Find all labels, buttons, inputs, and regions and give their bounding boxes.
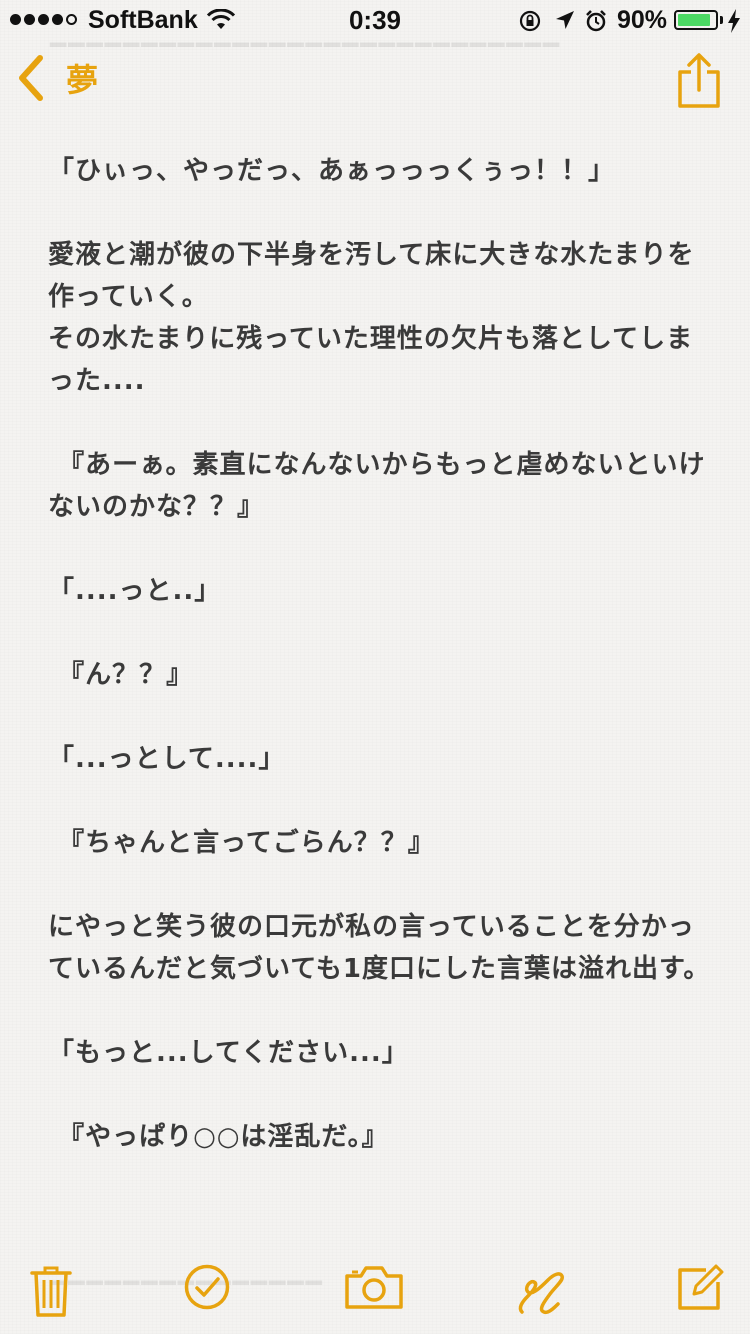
camera-icon xyxy=(345,1266,403,1309)
note-line: 『やっぱり○○は淫乱だ。』 xyxy=(48,1122,389,1152)
note-line: 作っていく。 xyxy=(48,282,209,312)
note-line: 『ちゃんと言ってごらん？？』 xyxy=(48,828,435,858)
back-button[interactable]: 夢 xyxy=(16,54,98,102)
compose-button[interactable] xyxy=(676,1264,724,1316)
share-button[interactable] xyxy=(676,52,722,114)
battery-fill xyxy=(678,14,711,26)
note-line: った.... xyxy=(48,366,146,396)
back-title: 夢 xyxy=(66,61,99,99)
note-line: 「もっと...してください...」 xyxy=(48,1038,409,1068)
note-line: にやっと笑う彼の口元が私の言っていることを分かっ xyxy=(48,912,695,942)
battery-nub xyxy=(720,16,723,24)
battery-percent: 90% xyxy=(617,6,668,34)
status-bar: SoftBank 0:39 90% xyxy=(0,0,750,40)
nav-bar: 夢 xyxy=(0,40,750,128)
chevron-left-icon xyxy=(19,55,43,101)
trash-icon xyxy=(30,1266,72,1317)
checklist-button[interactable] xyxy=(184,1264,230,1314)
orientation-lock-icon xyxy=(519,10,541,32)
sketch-button[interactable] xyxy=(516,1264,566,1322)
alarm-icon xyxy=(586,10,606,32)
note-line: 「ひぃっ、やっだっ、あぁっっっくぅっ！！」 xyxy=(48,156,616,186)
note-line: ないのかな？？』 xyxy=(48,492,265,522)
camera-button[interactable] xyxy=(344,1264,404,1314)
note-line: 愛液と潮が彼の下半身を汚して床に大きな水たまりを xyxy=(48,240,695,270)
note-line: 『ん？？』 xyxy=(48,660,194,690)
note-line: 「....っと..」 xyxy=(48,576,222,606)
share-icon xyxy=(678,53,720,108)
checklist-icon xyxy=(184,1264,230,1310)
charging-bolt-icon xyxy=(728,9,740,33)
compose-icon xyxy=(678,1264,724,1310)
note-line: その水たまりに残っていた理性の欠片も落としてしま xyxy=(48,324,694,354)
sketch-icon xyxy=(518,1272,565,1315)
battery-icon xyxy=(674,10,718,30)
delete-button[interactable] xyxy=(30,1264,72,1322)
note-body[interactable]: 「ひぃっ、やっだっ、あぁっっっくぅっ！！」愛液と潮が彼の下半身を汚して床に大きな… xyxy=(48,150,713,1158)
note-line: ているんだと気づいても1度口にした言葉は溢れ出す。 xyxy=(48,954,711,984)
note-line: 「...っとして....」 xyxy=(48,744,286,774)
bottom-toolbar xyxy=(0,1250,750,1334)
location-arrow-icon xyxy=(556,11,574,29)
note-line: 『あーぁ。素直になんないからもっと虐めないといけ xyxy=(48,450,706,480)
